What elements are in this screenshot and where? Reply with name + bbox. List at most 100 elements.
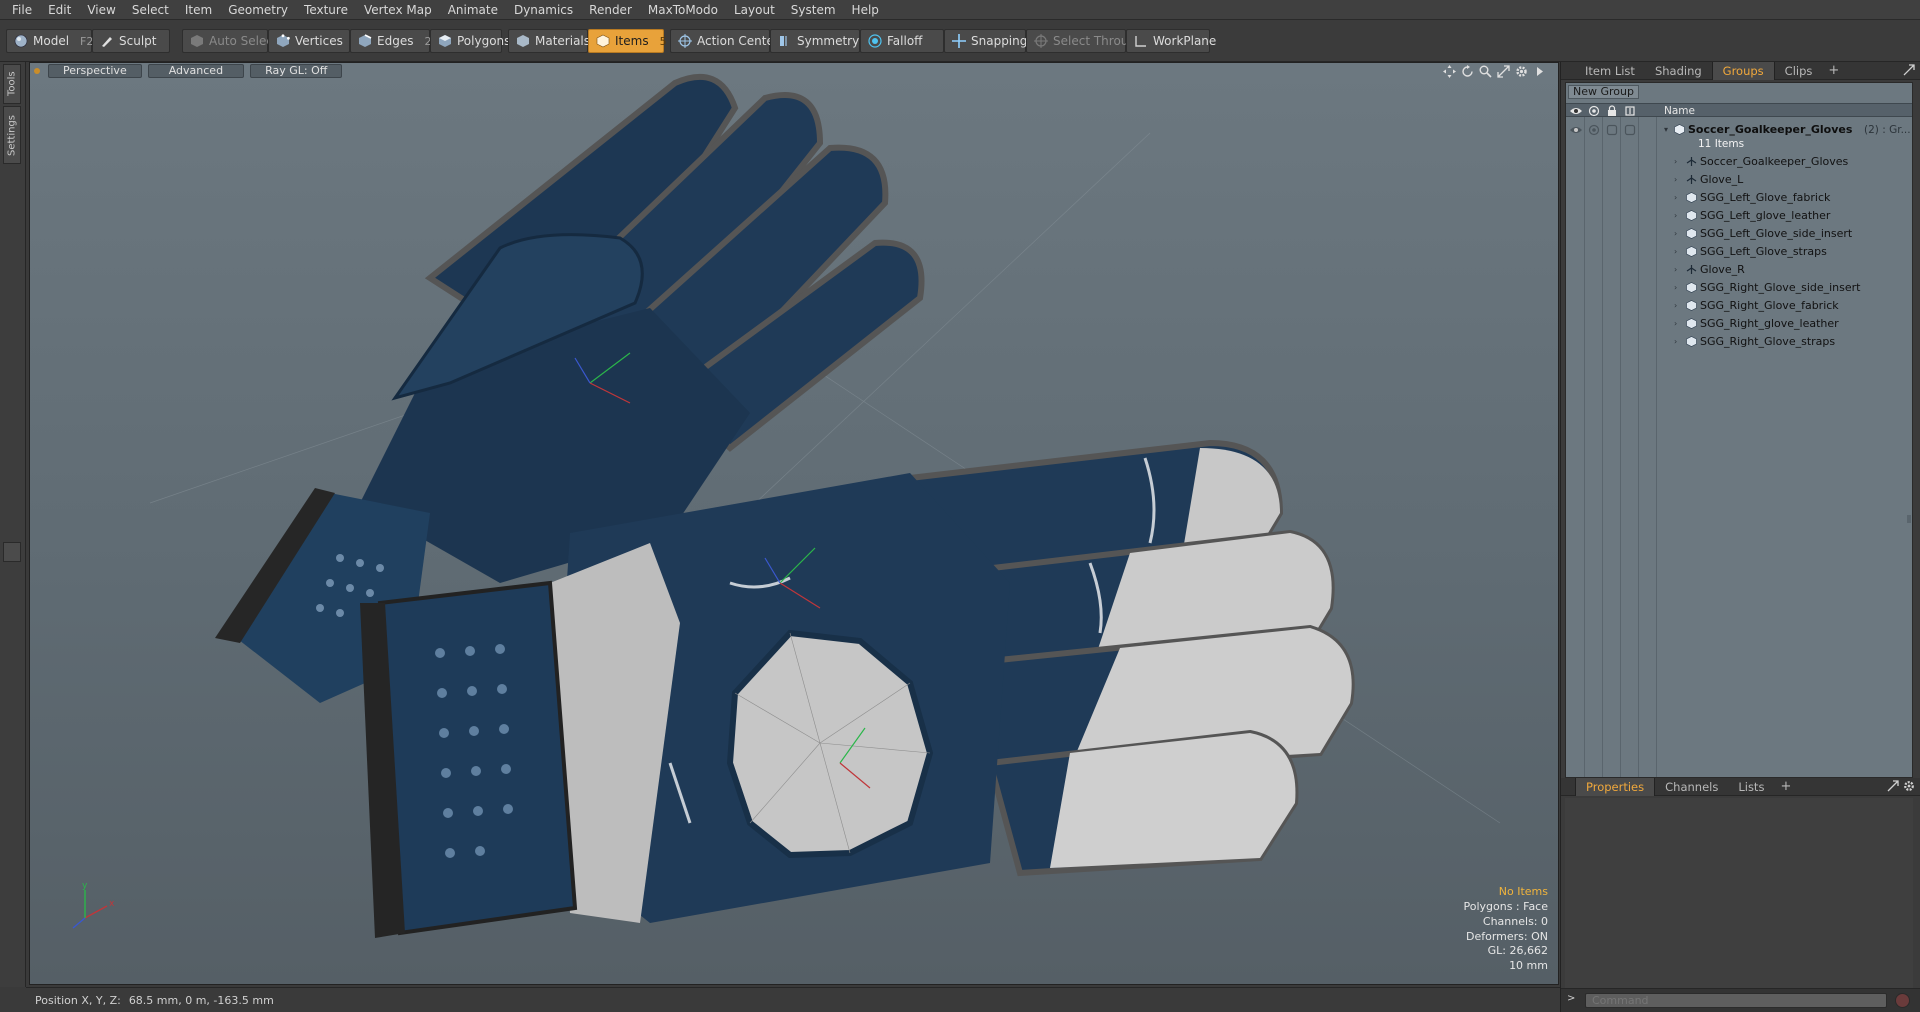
- items-shortcut: 5: [659, 34, 667, 48]
- viewport-menu-dot[interactable]: [34, 68, 40, 74]
- select-through-button[interactable]: Select Through: [1026, 29, 1144, 53]
- list-item[interactable]: › SGG_Right_Glove_side_insert: [1566, 279, 1912, 297]
- menu-item[interactable]: Item: [177, 0, 220, 20]
- menu-render[interactable]: Render: [581, 0, 640, 20]
- menu-help[interactable]: Help: [844, 0, 887, 20]
- vertices-mode-button[interactable]: Vertices 1: [268, 29, 361, 53]
- gear-icon[interactable]: [1903, 780, 1915, 792]
- expand-icon[interactable]: [1887, 780, 1899, 792]
- tab-groups[interactable]: Groups: [1711, 61, 1775, 80]
- mesh-icon: [1686, 246, 1697, 257]
- list-item[interactable]: › SGG_Right_glove_leather: [1566, 315, 1912, 333]
- menu-maxtomodo[interactable]: MaxToModo: [640, 0, 726, 20]
- list-item[interactable]: › SGG_Right_Glove_straps: [1566, 333, 1912, 351]
- list-item[interactable]: › Glove_R: [1566, 261, 1912, 279]
- menu-layout[interactable]: Layout: [726, 0, 783, 20]
- action-center-button[interactable]: Action Center: [670, 29, 779, 53]
- stop-icon[interactable]: [1895, 993, 1910, 1008]
- items-label: Items: [615, 34, 649, 48]
- pan-icon[interactable]: [1443, 64, 1456, 78]
- selection-info: No Items: [1498, 885, 1548, 899]
- list-item[interactable]: › SGG_Left_Glove_side_insert: [1566, 225, 1912, 243]
- crosshair-icon: [678, 34, 692, 48]
- auto-select-button[interactable]: Auto Select: [182, 29, 278, 53]
- gl-info: GL: 26,662: [1487, 944, 1548, 958]
- menu-file[interactable]: File: [4, 0, 40, 20]
- visibility-eye-icon[interactable]: [1570, 105, 1582, 117]
- group-item-count: 11 Items: [1698, 138, 1745, 150]
- lock-icon[interactable]: [1606, 105, 1618, 117]
- mesh-icon: [1686, 336, 1697, 347]
- svg-text:y: y: [82, 881, 88, 891]
- snapping-button[interactable]: Snapping: [944, 29, 1027, 53]
- falloff-button[interactable]: Falloff: [860, 29, 944, 53]
- raygl-toggle[interactable]: Ray GL: Off: [250, 64, 343, 78]
- workplane-button[interactable]: WorkPlane: [1126, 29, 1216, 53]
- strip-handle[interactable]: [3, 542, 21, 562]
- toolbar: Model F2 Sculpt Auto Select Vertices 1 E…: [0, 20, 1920, 62]
- menu-vertex-map[interactable]: Vertex Map: [356, 0, 440, 20]
- menu-system[interactable]: System: [783, 0, 844, 20]
- settings-tab[interactable]: Settings: [3, 106, 21, 164]
- tools-tab[interactable]: Tools: [3, 64, 21, 104]
- menu-edit[interactable]: Edit: [40, 0, 79, 20]
- status-bar: Position X, Y, Z: 68.5 mm, 0 m, -163.5 m…: [26, 987, 1560, 1012]
- list-item[interactable]: › Glove_L: [1566, 171, 1912, 189]
- menu-animate[interactable]: Animate: [440, 0, 506, 20]
- tab-properties[interactable]: Properties: [1575, 777, 1656, 796]
- gear-icon[interactable]: [1515, 65, 1528, 78]
- render-style-dropdown[interactable]: Advanced: [147, 64, 245, 78]
- materials-mode-button[interactable]: Materials: [508, 29, 590, 53]
- tab-shading[interactable]: Shading: [1645, 62, 1712, 80]
- viewport-info-overlay: No Items Polygons : Face Channels: 0 Def…: [1463, 885, 1548, 974]
- properties-tabs: Properties Channels Lists +: [1561, 777, 1920, 796]
- axis-gizmo: x y: [72, 881, 115, 929]
- sculpt-mode-button[interactable]: Sculpt: [92, 29, 170, 53]
- polygons-mode-button[interactable]: Polygons: [430, 29, 510, 53]
- workplane-label: WorkPlane: [1153, 34, 1217, 48]
- maximize-icon[interactable]: [1497, 64, 1510, 78]
- locator-icon: [1686, 174, 1697, 185]
- tab-lists[interactable]: Lists: [1728, 778, 1774, 796]
- 3d-viewport[interactable]: x y Perspective Advanced Ray GL: Off No …: [29, 62, 1559, 985]
- list-item[interactable]: › SGG_Right_Glove_fabrick: [1566, 297, 1912, 315]
- chevron-right-icon[interactable]: >: [1567, 993, 1575, 1004]
- symmetry-button[interactable]: Symmetry: [770, 29, 860, 53]
- polygons-info: Polygons : Face: [1463, 900, 1548, 914]
- polygons-label: Polygons: [457, 34, 511, 48]
- model-mode-button[interactable]: Model F2: [6, 29, 93, 53]
- item-name: SGG_Left_glove_leather: [1700, 209, 1831, 222]
- projection-dropdown[interactable]: Perspective: [48, 64, 142, 78]
- new-group-button[interactable]: New Group: [1568, 85, 1639, 99]
- menu-geometry[interactable]: Geometry: [220, 0, 296, 20]
- tab-item-list[interactable]: Item List: [1575, 62, 1645, 80]
- render-icon[interactable]: [1588, 105, 1600, 117]
- add-tab-icon[interactable]: +: [1822, 63, 1845, 78]
- command-input[interactable]: [1585, 993, 1887, 1008]
- tab-channels[interactable]: Channels: [1655, 778, 1728, 796]
- add-tab-icon[interactable]: +: [1774, 779, 1797, 794]
- viewport-header: Perspective Advanced Ray GL: Off: [30, 63, 1558, 79]
- play-arrow-icon[interactable]: [1533, 65, 1546, 78]
- rotate-icon[interactable]: [1461, 64, 1474, 78]
- menu-view[interactable]: View: [79, 0, 123, 20]
- select-icon[interactable]: [1624, 105, 1636, 117]
- properties-panel: [1565, 798, 1913, 998]
- column-name[interactable]: Name: [1664, 104, 1695, 118]
- locator-icon: [1686, 264, 1697, 275]
- items-mode-button[interactable]: Items 5: [588, 29, 667, 53]
- menu-texture[interactable]: Texture: [296, 0, 356, 20]
- list-item[interactable]: › SGG_Left_Glove_straps: [1566, 243, 1912, 261]
- list-item[interactable]: › SGG_Left_glove_leather: [1566, 207, 1912, 225]
- model-label: Model: [33, 34, 70, 48]
- list-item[interactable]: › SGG_Left_Glove_fabrick: [1566, 189, 1912, 207]
- zoom-icon[interactable]: [1479, 65, 1492, 78]
- menu-select[interactable]: Select: [124, 0, 177, 20]
- list-item[interactable]: › Soccer_Goalkeeper_Gloves: [1566, 153, 1912, 171]
- menu-dynamics[interactable]: Dynamics: [506, 0, 581, 20]
- items-icon: [596, 34, 610, 48]
- tab-clips[interactable]: Clips: [1775, 62, 1823, 80]
- expand-icon[interactable]: [1903, 64, 1915, 76]
- edges-mode-button[interactable]: Edges 2: [350, 29, 431, 53]
- scrollbar-handle[interactable]: [1907, 515, 1911, 523]
